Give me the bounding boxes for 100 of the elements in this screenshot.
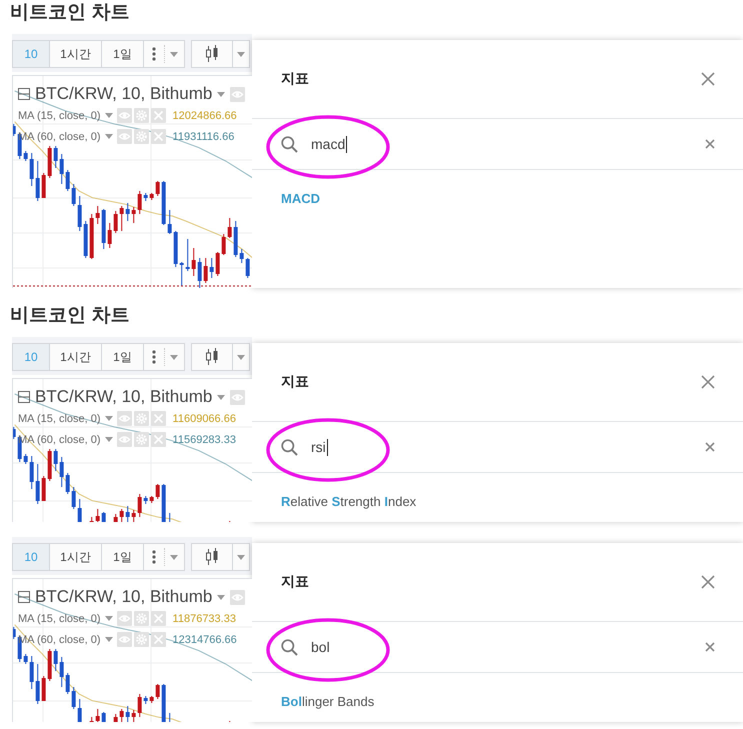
candlestick-icon xyxy=(205,548,219,566)
candlestick xyxy=(78,498,82,522)
candlestick xyxy=(169,512,170,522)
interval-button[interactable]: 1일 xyxy=(101,543,144,571)
candlestick xyxy=(96,206,100,224)
clear-icon[interactable] xyxy=(705,642,715,652)
candlestick xyxy=(216,252,220,276)
dropdown-button[interactable] xyxy=(232,543,250,571)
dialog-title: 지표 xyxy=(281,373,309,391)
caret-icon[interactable] xyxy=(104,113,113,118)
candlestick xyxy=(90,516,94,522)
indicator-result[interactable]: Bollinger Bands xyxy=(281,692,374,712)
candlestick xyxy=(132,206,136,224)
interval-button[interactable]: 1시간 xyxy=(49,40,102,68)
more-button[interactable] xyxy=(143,343,185,371)
candlestick xyxy=(36,160,40,202)
candlestick xyxy=(180,262,184,286)
candlestick xyxy=(102,512,106,522)
collapse-icon[interactable] xyxy=(18,88,30,100)
candlestick xyxy=(138,190,142,214)
close-icon[interactable] xyxy=(701,72,715,86)
candlestick xyxy=(156,484,160,500)
candlestick xyxy=(156,684,160,700)
caret-icon[interactable] xyxy=(217,92,226,96)
dropdown-button[interactable] xyxy=(232,40,250,68)
caret-icon[interactable] xyxy=(104,637,113,642)
collapse-icon[interactable] xyxy=(18,391,30,403)
caret-icon[interactable] xyxy=(217,394,226,400)
chart-type-button[interactable] xyxy=(191,343,233,371)
candlestick xyxy=(54,448,58,472)
caret-icon[interactable] xyxy=(104,416,113,421)
candlestick xyxy=(150,496,154,504)
candlestick xyxy=(132,710,136,722)
interval-button[interactable]: 1시간 xyxy=(49,543,102,571)
candlestick xyxy=(60,154,64,184)
more-button[interactable] xyxy=(143,40,185,68)
dropdown-button[interactable] xyxy=(232,343,250,371)
indicator-value: 11569283.33 xyxy=(172,434,236,446)
search-field[interactable]: rsi xyxy=(281,422,705,472)
close-icon[interactable] xyxy=(701,375,715,389)
candlestick xyxy=(42,676,46,702)
candlestick xyxy=(36,464,40,504)
chart-type-button[interactable] xyxy=(191,40,233,68)
candlestick xyxy=(138,494,142,518)
candlestick xyxy=(90,214,94,260)
caret-icon[interactable] xyxy=(104,616,113,621)
candlestick xyxy=(66,672,70,694)
candlestick xyxy=(60,456,64,488)
symbol-title: BTC/KRW, 10, Bithumb xyxy=(35,84,212,104)
search-field[interactable]: macd xyxy=(281,119,705,169)
candlestick xyxy=(24,454,28,464)
candlestick xyxy=(30,152,34,186)
indicator-value: 12314766.66 xyxy=(172,634,237,646)
candlestick xyxy=(54,146,58,168)
candlestick xyxy=(192,248,196,276)
caret-icon[interactable] xyxy=(104,437,113,442)
indicator-label: MA (15, close, 0) xyxy=(18,110,101,122)
collapse-icon[interactable] xyxy=(18,591,30,603)
candlestick xyxy=(108,222,112,248)
candlestick xyxy=(66,472,70,494)
caret-icon[interactable] xyxy=(217,594,226,600)
indicator-result[interactable]: Relative Strength Index xyxy=(281,492,416,512)
more-button[interactable] xyxy=(143,543,185,571)
candlestick xyxy=(168,210,172,234)
candlestick xyxy=(210,258,214,278)
candlestick xyxy=(120,708,124,722)
caret-icon xyxy=(237,554,245,560)
candlestick xyxy=(30,656,34,690)
interval-button[interactable]: 1일 xyxy=(101,40,144,68)
indicator-value: 11931116.66 xyxy=(172,130,234,142)
indicator-value: 11876733.33 xyxy=(172,612,236,624)
candlestick xyxy=(30,456,34,490)
caret-icon[interactable] xyxy=(104,134,113,139)
candlestick xyxy=(84,220,88,258)
candlestick xyxy=(162,180,166,226)
candlestick xyxy=(162,684,166,722)
candlestick xyxy=(138,694,142,718)
candlestick xyxy=(96,508,100,522)
candlestick xyxy=(234,220,238,258)
interval-button[interactable]: 1일 xyxy=(101,343,144,371)
caret-icon xyxy=(170,354,178,360)
candlestick-icon xyxy=(205,348,219,366)
candlestick xyxy=(114,210,118,234)
candlestick xyxy=(246,258,250,278)
interval-button[interactable]: 1시간 xyxy=(49,343,102,371)
candlestick xyxy=(150,192,154,200)
candlestick xyxy=(60,656,64,688)
close-icon[interactable] xyxy=(701,575,715,589)
clear-icon[interactable] xyxy=(705,139,715,149)
candlestick xyxy=(24,150,28,162)
search-field[interactable]: bol xyxy=(281,622,705,672)
candlestick xyxy=(204,258,208,284)
candlestick xyxy=(48,648,52,682)
caret-icon xyxy=(170,554,178,560)
clear-icon[interactable] xyxy=(705,442,715,452)
chart-type-button[interactable] xyxy=(191,543,233,571)
candlestick xyxy=(240,248,244,264)
candlestick xyxy=(96,708,100,722)
candlestick xyxy=(13,426,16,440)
candlestick xyxy=(162,484,166,522)
